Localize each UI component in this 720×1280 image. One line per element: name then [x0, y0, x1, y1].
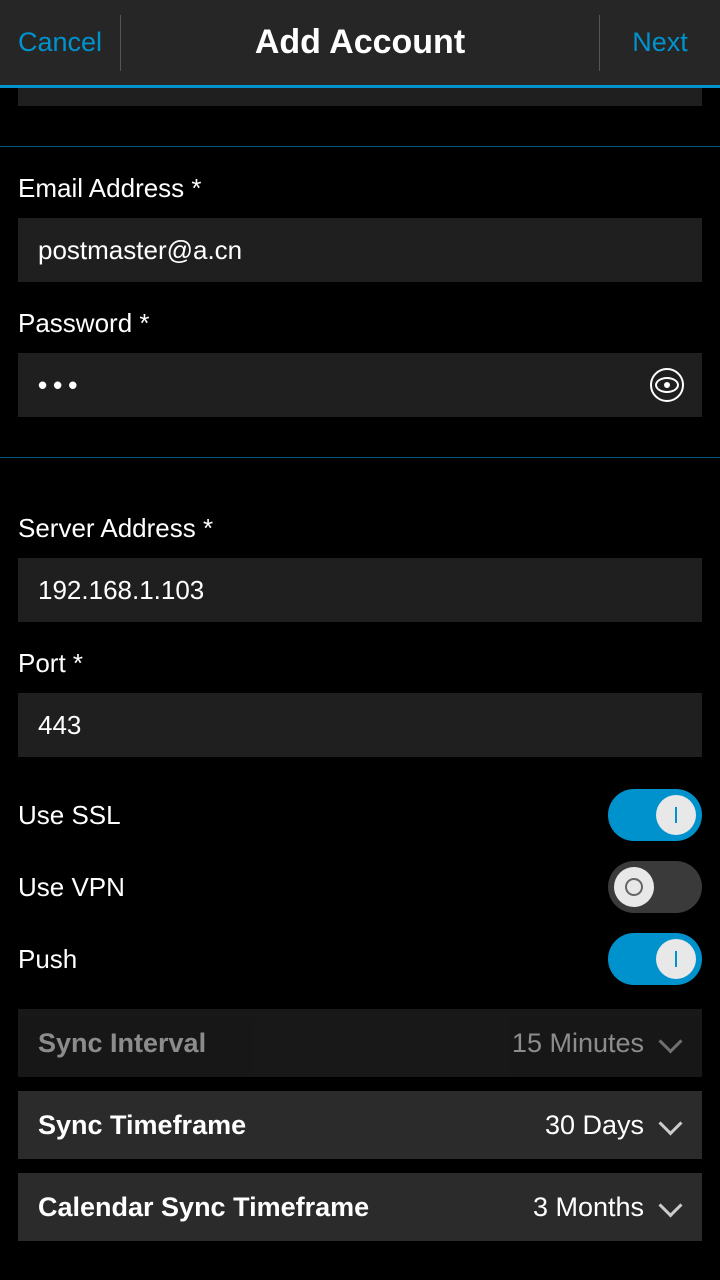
calendar-sync-select[interactable]: Calendar Sync Timeframe 3 Months: [18, 1173, 702, 1241]
truncated-field[interactable]: [18, 88, 702, 106]
vpn-row: Use VPN: [18, 851, 702, 923]
section-divider: [0, 457, 720, 458]
header: Cancel Add Account Next: [0, 0, 720, 88]
push-label: Push: [18, 944, 77, 975]
password-field[interactable]: •••: [18, 353, 702, 417]
ssl-toggle[interactable]: [608, 789, 702, 841]
sync-interval-select: Sync Interval 15 Minutes: [18, 1009, 702, 1077]
sync-timeframe-label: Sync Timeframe: [38, 1110, 246, 1141]
sync-timeframe-select[interactable]: Sync Timeframe 30 Days: [18, 1091, 702, 1159]
chevron-down-icon: [658, 1195, 682, 1219]
vpn-label: Use VPN: [18, 872, 125, 903]
email-label: Email Address *: [18, 173, 702, 204]
ssl-row: Use SSL: [18, 779, 702, 851]
sync-interval-value: 15 Minutes: [512, 1028, 644, 1059]
email-field[interactable]: [18, 218, 702, 282]
chevron-down-icon: [658, 1113, 682, 1137]
chevron-down-icon: [658, 1031, 682, 1055]
calendar-sync-value: 3 Months: [533, 1192, 644, 1223]
sync-timeframe-value: 30 Days: [545, 1110, 644, 1141]
next-button[interactable]: Next: [600, 27, 720, 58]
port-label: Port *: [18, 648, 702, 679]
server-section: Server Address * Port * Use SSL Use VPN …: [0, 458, 720, 1241]
server-label: Server Address *: [18, 513, 702, 544]
vpn-toggle[interactable]: [608, 861, 702, 913]
push-toggle[interactable]: [608, 933, 702, 985]
credentials-section: Email Address * Password * •••: [0, 173, 720, 417]
section-divider: [0, 146, 720, 147]
ssl-label: Use SSL: [18, 800, 121, 831]
sync-interval-label: Sync Interval: [38, 1028, 206, 1059]
push-row: Push: [18, 923, 702, 995]
server-field[interactable]: [18, 558, 702, 622]
page-title: Add Account: [121, 23, 599, 62]
password-masked-value: •••: [38, 370, 83, 401]
cancel-button[interactable]: Cancel: [0, 27, 120, 58]
calendar-sync-label: Calendar Sync Timeframe: [38, 1192, 369, 1223]
password-label: Password *: [18, 308, 702, 339]
show-password-icon[interactable]: [650, 368, 684, 402]
port-field[interactable]: [18, 693, 702, 757]
